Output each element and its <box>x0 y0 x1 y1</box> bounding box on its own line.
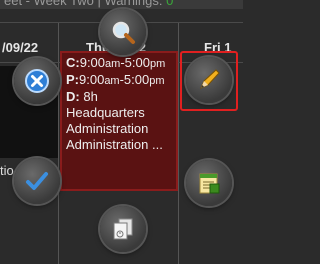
search-button[interactable] <box>100 9 146 55</box>
copy-icon <box>113 218 133 240</box>
edit-button-highlight <box>180 51 238 111</box>
grid-column-divider <box>178 22 179 264</box>
shift-cell-text: tio <box>0 163 14 178</box>
close-icon <box>25 69 49 93</box>
copy-button[interactable] <box>100 206 146 252</box>
notes-button[interactable] <box>186 160 232 206</box>
day-header-wed: /09/22 <box>2 40 39 55</box>
warnings-count: 0 <box>166 0 174 8</box>
page-title: eet - Week Two | Warnings: 0 <box>4 0 173 8</box>
close-button[interactable] <box>14 58 60 104</box>
shift-line-c: C:9:00am-5:00pm <box>66 55 166 70</box>
shift-line-p: P:9:00am-5:00pm <box>66 72 165 87</box>
confirm-button[interactable] <box>14 158 60 204</box>
top-bar: eet - Week Two | Warnings: 0 <box>0 0 243 9</box>
shift-role: Administration ... <box>66 137 163 152</box>
shift-line-d: D: 8h <box>66 89 98 104</box>
shift-location: Headquarters <box>66 105 145 120</box>
shift-card[interactable]: C:9:00am-5:00pm P:9:00am-5:00pm D: 8h He… <box>60 51 178 191</box>
checkmark-icon <box>26 172 48 190</box>
shift-department: Administration <box>66 121 149 136</box>
notes-icon <box>199 173 220 194</box>
grid-column-divider <box>58 22 59 264</box>
magnifier-icon <box>112 21 135 44</box>
